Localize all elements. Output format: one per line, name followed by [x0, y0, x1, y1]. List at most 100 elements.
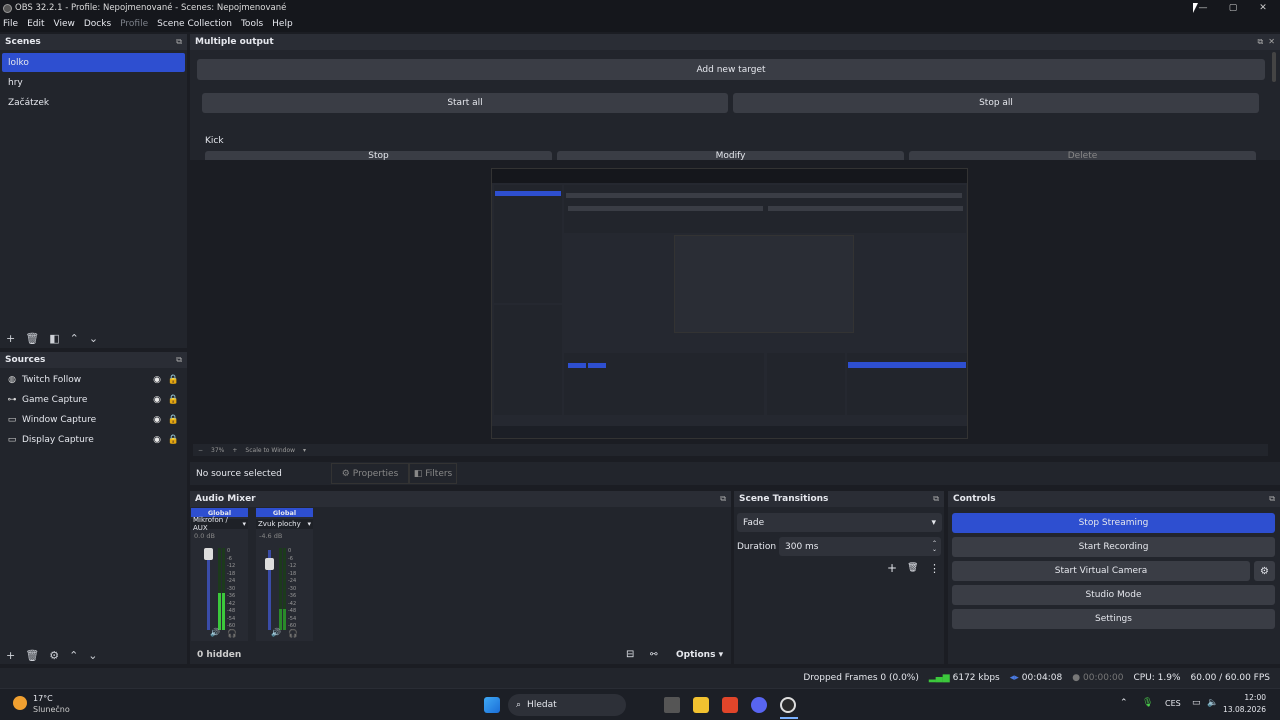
lock-icon[interactable]: 🔒	[168, 435, 179, 445]
windows-start-icon[interactable]	[484, 697, 500, 713]
lock-icon[interactable]: 🔒	[168, 375, 179, 385]
network-icon[interactable]: ▭	[1192, 698, 1201, 708]
input-language[interactable]: CES	[1165, 699, 1181, 708]
delete-target-button[interactable]: Delete	[909, 151, 1256, 160]
remove-scene-icon[interactable]: 🗑	[25, 332, 39, 345]
signal-bars-icon: ▂▄▆	[928, 673, 950, 683]
float-icon[interactable]: ⧉	[176, 355, 182, 365]
add-transition-icon[interactable]: +	[887, 561, 897, 575]
eye-icon[interactable]: ◉	[153, 435, 161, 445]
menu-help[interactable]: Help	[272, 19, 293, 29]
close-window-button[interactable]: ✕	[1248, 0, 1278, 16]
weather-desc[interactable]: Slunečno	[33, 705, 70, 714]
menu-docks[interactable]: Docks	[84, 19, 111, 29]
meter-tick-label: -48	[227, 608, 236, 614]
obs-taskbar-icon[interactable]	[780, 697, 796, 713]
source-item[interactable]: ◍ Twitch Follow ◉ 🔒	[0, 370, 187, 390]
move-down-icon[interactable]: ⌄	[88, 649, 97, 662]
eye-icon[interactable]: ◉	[153, 415, 161, 425]
speaker-icon[interactable]: 🔊	[210, 628, 220, 637]
transition-select[interactable]: Fade ▾	[737, 513, 942, 532]
speaker-icon[interactable]: 🔊	[271, 628, 281, 637]
studio-mode-button[interactable]: Studio Mode	[952, 585, 1275, 605]
more-options-icon[interactable]: ⋮	[929, 562, 940, 575]
microphone-icon[interactable]: 🎙	[1142, 698, 1153, 708]
spin-arrows-icon[interactable]: ⌃ ⌄	[932, 540, 937, 553]
duration-spinbox[interactable]: 300 ms ⌃ ⌄	[779, 537, 941, 556]
scene-item[interactable]: Začátzek	[2, 93, 185, 112]
stop-streaming-button[interactable]: Stop Streaming	[952, 513, 1275, 533]
float-icon[interactable]: ⧉	[1269, 494, 1275, 504]
menu-scene-collection[interactable]: Scene Collection	[157, 19, 232, 29]
float-icon[interactable]: ⧉	[933, 494, 939, 504]
channel-select[interactable]: Zvuk plochy ▾	[256, 519, 313, 529]
float-close-icons[interactable]: ⧉ ✕	[1257, 37, 1275, 47]
headphones-icon[interactable]: 🎧	[288, 629, 298, 638]
eye-icon[interactable]: ◉	[153, 375, 161, 385]
scene-item[interactable]: lolko	[2, 53, 185, 72]
clock-time[interactable]: 12:00	[1228, 693, 1266, 702]
add-new-target-button[interactable]: Add new target	[197, 59, 1265, 80]
headphones-icon[interactable]: 🎧	[227, 629, 237, 638]
meter-tick-label: -30	[227, 585, 236, 592]
menu-tools[interactable]: Tools	[241, 19, 263, 29]
volume-slider-handle[interactable]	[204, 548, 213, 560]
zoom-in-icon[interactable]: +	[232, 447, 237, 454]
taskbar-search[interactable]: ⌕ Hledat	[508, 694, 626, 716]
discord-icon[interactable]	[751, 697, 767, 713]
clock-date[interactable]: 13.08.2026	[1222, 705, 1266, 714]
cpu-usage: CPU: 1.9%	[1133, 673, 1181, 683]
scene-item[interactable]: hry	[2, 73, 185, 92]
channel-select[interactable]: Mikrofon / AUX ▾	[191, 516, 248, 532]
trash-icon[interactable]: 🗑	[907, 563, 918, 573]
volume-icon[interactable]: 🔈	[1207, 698, 1218, 708]
float-icon[interactable]: ⧉	[720, 494, 726, 504]
source-settings-gear-icon[interactable]: ⚙	[49, 649, 59, 662]
task-view-icon[interactable]	[664, 697, 680, 713]
menu-view[interactable]: View	[54, 19, 75, 29]
chevron-down-icon[interactable]: ▾	[303, 447, 306, 454]
move-up-icon[interactable]: ⌃	[70, 332, 79, 345]
options-button[interactable]: Options ▾	[676, 650, 723, 660]
float-icon[interactable]: ⧉	[176, 37, 182, 47]
volume-slider-track[interactable]	[207, 550, 210, 630]
start-virtual-camera-button[interactable]: Start Virtual Camera	[952, 561, 1250, 581]
menu-file[interactable]: File	[3, 19, 18, 29]
link-icon[interactable]: ⚯	[650, 650, 658, 660]
menu-edit[interactable]: Edit	[27, 19, 44, 29]
lock-icon[interactable]: 🔒	[168, 395, 179, 405]
scale-mode[interactable]: Scale to Window	[245, 447, 295, 454]
zoom-out-icon[interactable]: −	[198, 447, 203, 454]
move-down-icon[interactable]: ⌄	[89, 332, 98, 345]
window-title: OBS 32.2.1 - Profile: Nepojmenované - Sc…	[15, 3, 287, 13]
add-source-icon[interactable]: +	[6, 649, 15, 662]
scene-filters-icon[interactable]: ◧	[49, 332, 59, 345]
stop-target-button[interactable]: Stop	[205, 151, 552, 160]
eye-icon[interactable]: ◉	[153, 395, 161, 405]
volume-slider-handle[interactable]	[265, 558, 274, 570]
scrollbar[interactable]	[1272, 52, 1276, 82]
filters-button[interactable]: ◧ Filters	[409, 463, 457, 484]
properties-button[interactable]: ⚙ Properties	[331, 463, 409, 484]
start-recording-button[interactable]: Start Recording	[952, 537, 1275, 557]
chevron-up-icon[interactable]: ⌃	[1120, 698, 1128, 708]
brave-browser-icon[interactable]	[722, 697, 738, 713]
modify-target-button[interactable]: Modify	[557, 151, 904, 160]
settings-button[interactable]: Settings	[952, 609, 1275, 629]
move-up-icon[interactable]: ⌃	[69, 649, 78, 662]
lock-icon[interactable]: 🔒	[168, 415, 179, 425]
source-item[interactable]: ⊶ Game Capture ◉ 🔒	[0, 390, 187, 410]
source-item[interactable]: ▭ Window Capture ◉ 🔒	[0, 410, 187, 430]
maximize-button[interactable]: ▢	[1218, 0, 1248, 16]
virtual-camera-settings-gear-icon[interactable]: ⚙	[1254, 561, 1275, 581]
weather-sun-icon[interactable]	[13, 696, 27, 710]
add-scene-icon[interactable]: +	[6, 332, 15, 345]
start-all-button[interactable]: Start all	[202, 93, 728, 113]
source-item[interactable]: ▭ Display Capture ◉ 🔒	[0, 430, 187, 450]
stop-all-button[interactable]: Stop all	[733, 93, 1259, 113]
remove-source-icon[interactable]: 🗑	[25, 649, 39, 662]
layout-toggle-icon[interactable]: ⊟	[626, 649, 634, 660]
file-explorer-icon[interactable]	[693, 697, 709, 713]
menu-profile[interactable]: Profile	[120, 19, 148, 29]
weather-temp[interactable]: 17°C	[33, 694, 53, 703]
